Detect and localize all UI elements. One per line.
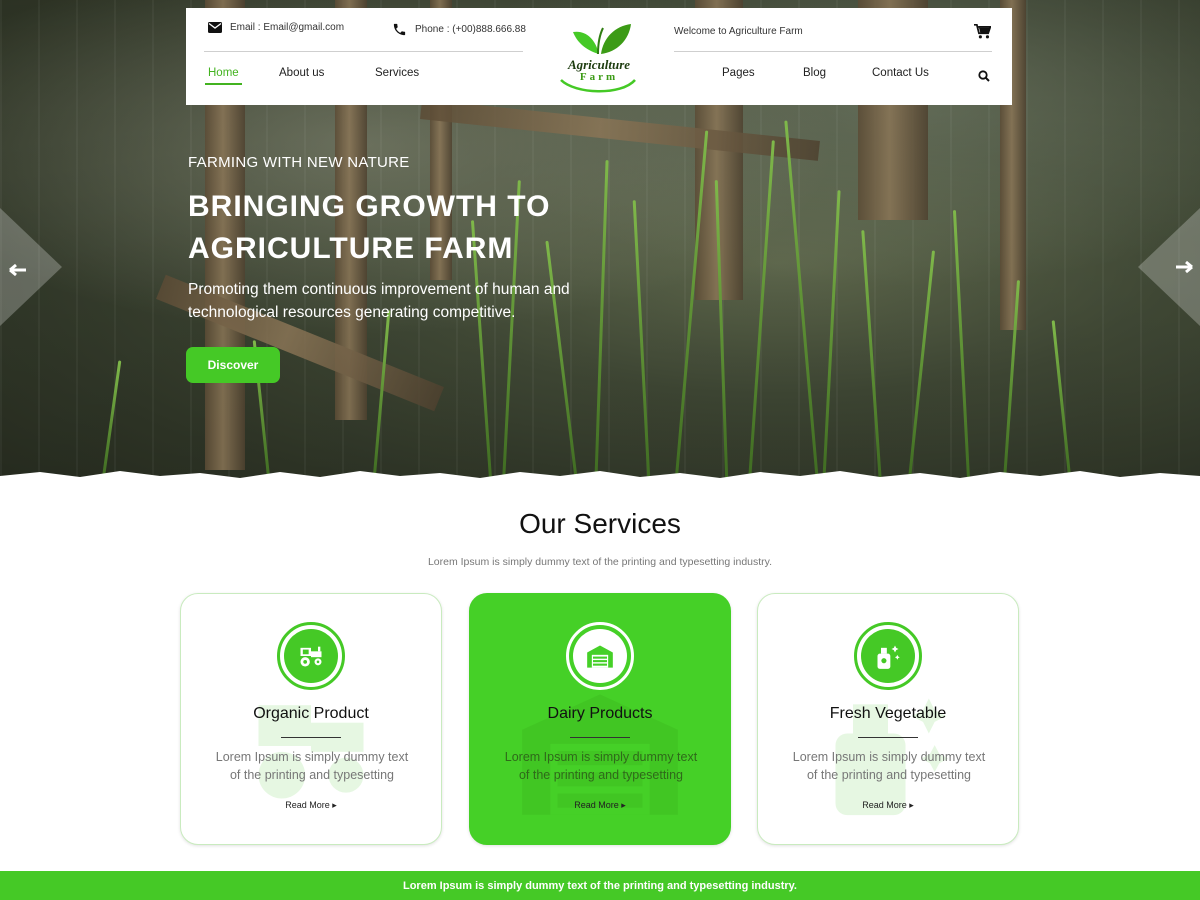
- spray-bottle-icon: [877, 645, 900, 669]
- service-card-title: Fresh Vegetable: [829, 705, 947, 722]
- read-more-link[interactable]: Read More ▸: [470, 800, 730, 811]
- read-more-link[interactable]: Read More ▸: [758, 800, 1018, 811]
- nav-home[interactable]: Home: [205, 67, 242, 85]
- divider: [858, 737, 918, 738]
- read-more-label: Read More: [862, 800, 907, 810]
- discover-button[interactable]: Discover: [186, 347, 280, 383]
- nav-contact-us[interactable]: Contact Us: [872, 67, 929, 79]
- service-card-text: Lorem Ipsum is simply dummy text of the …: [504, 750, 698, 782]
- logo-text-farm: Farm: [579, 71, 619, 83]
- phone-text: Phone : (+00)888.666.88: [415, 24, 526, 35]
- warehouse-icon: [587, 645, 613, 668]
- service-card-title: Organic Product: [253, 705, 369, 722]
- hero-title-line1: BRINGING GROWTH TO: [188, 190, 551, 223]
- hero-subtitle: FARMING WITH NEW NATURE: [188, 154, 410, 171]
- tractor-icon: [300, 646, 322, 667]
- nav-services[interactable]: Services: [375, 67, 419, 79]
- services-title: Our Services: [519, 508, 681, 539]
- nav-pages[interactable]: Pages: [722, 67, 755, 79]
- service-icon-badge: [854, 622, 922, 690]
- divider: [281, 737, 341, 738]
- caret-right-icon: ▸: [332, 800, 337, 810]
- search-button[interactable]: [978, 69, 990, 87]
- footer-bar: Lorem Ipsum is simply dummy text of the …: [0, 871, 1200, 900]
- hero-title-line2: AGRICULTURE FARM: [188, 232, 514, 265]
- search-icon: [978, 70, 990, 82]
- read-more-link[interactable]: Read More ▸: [181, 800, 441, 811]
- caret-right-icon: ▸: [621, 800, 626, 810]
- torn-paper-divider: [0, 471, 1200, 488]
- divider: [204, 51, 523, 52]
- envelope-icon: [208, 22, 222, 33]
- divider: [674, 51, 992, 52]
- nav-about-us[interactable]: About us: [279, 67, 324, 79]
- service-card-fresh-vegetable[interactable]: Fresh Vegetable Lorem Ipsum is simply du…: [757, 593, 1019, 845]
- nav-blog[interactable]: Blog: [803, 67, 826, 79]
- tractor-watermark-icon: [258, 705, 364, 799]
- email-contact[interactable]: Email : Email@gmail.com: [208, 22, 344, 33]
- hero-title: BRINGING GROWTH TO AGRICULTURE FARM: [188, 186, 550, 270]
- divider: [570, 737, 630, 738]
- phone-icon: [393, 23, 406, 36]
- service-card-organic-product[interactable]: Organic Product Lorem Ipsum is simply du…: [180, 593, 442, 845]
- service-card-text: Lorem Ipsum is simply dummy text of the …: [215, 750, 409, 782]
- read-more-label: Read More: [285, 800, 330, 810]
- service-icon-badge: [277, 622, 345, 690]
- cart-button[interactable]: [974, 23, 992, 44]
- service-card-text: Lorem Ipsum is simply dummy text of the …: [792, 750, 986, 782]
- phone-contact[interactable]: Phone : (+00)888.666.88: [392, 22, 526, 37]
- slider-prev-button[interactable]: [0, 208, 62, 326]
- services-subtitle: Lorem Ipsum is simply dummy text of the …: [427, 556, 773, 568]
- site-logo[interactable]: Agriculture Farm: [551, 14, 647, 98]
- email-text: Email : Email@gmail.com: [230, 22, 345, 33]
- hero-description: Promoting them continuous improvement of…: [188, 281, 570, 321]
- service-card-dairy-products[interactable]: Dairy Products Lorem Ipsum is simply dum…: [469, 593, 731, 845]
- service-icon-badge: [566, 622, 634, 690]
- site-header: Email : Email@gmail.com Phone : (+00)888…: [186, 8, 1012, 105]
- leaf-logo-icon: [560, 24, 636, 93]
- service-card-title: Dairy Products: [547, 705, 653, 722]
- shopping-cart-icon: [974, 23, 992, 39]
- welcome-text: Welcome to Agriculture Farm: [674, 26, 803, 37]
- footer-text: Lorem Ipsum is simply dummy text of the …: [402, 879, 797, 892]
- read-more-label: Read More: [574, 800, 619, 810]
- caret-right-icon: ▸: [909, 800, 914, 810]
- slider-next-button[interactable]: [1138, 208, 1200, 326]
